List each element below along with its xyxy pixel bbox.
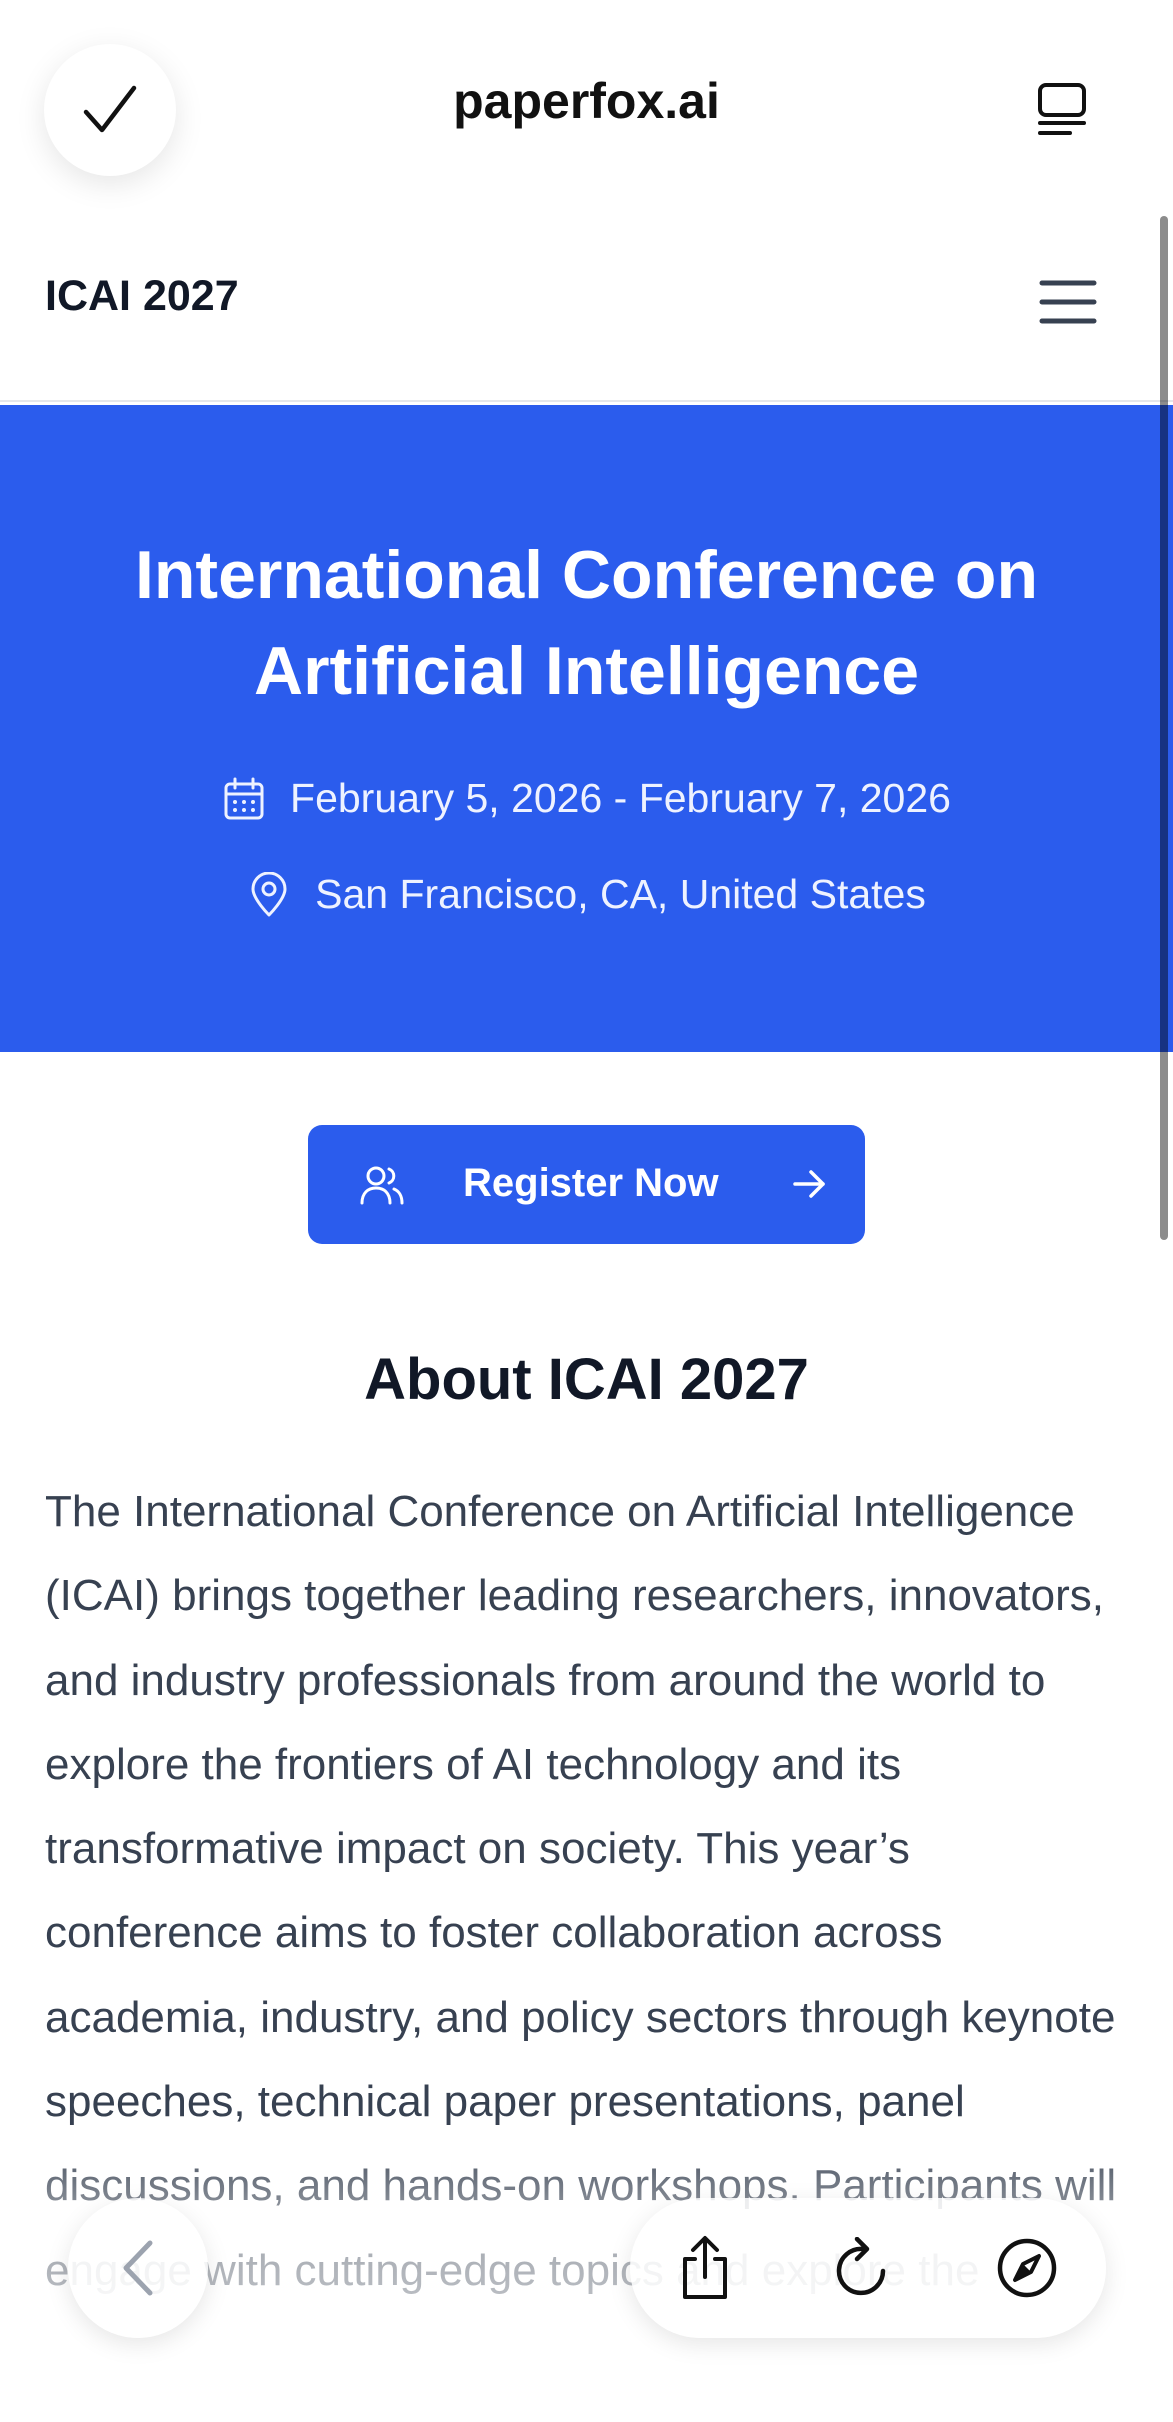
address-bar-url[interactable]: paperfox.ai [0, 72, 1173, 130]
users-icon [360, 1166, 404, 1205]
reload-icon [836, 2237, 886, 2296]
calendar-icon [222, 777, 266, 821]
menu-button[interactable] [1038, 272, 1098, 332]
event-dates: February 5, 2026 - February 7, 2026 [0, 775, 1173, 822]
compass-icon [997, 2238, 1057, 2298]
hero-title: International Conference on Artificial I… [135, 537, 1038, 709]
compass-button[interactable] [992, 2233, 1062, 2303]
event-dates-text: February 5, 2026 - February 7, 2026 [290, 775, 951, 821]
event-location: San Francisco, CA, United States [0, 871, 1173, 918]
tabs-icon [1038, 83, 1086, 135]
site-header: ICAI 2027 [0, 230, 1173, 402]
chevron-left-icon [123, 2240, 153, 2296]
map-pin-icon [247, 871, 291, 917]
site-logo[interactable]: ICAI 2027 [45, 272, 239, 321]
scrollbar-thumb[interactable] [1160, 216, 1168, 1240]
register-now-button[interactable]: Register Now [308, 1125, 865, 1244]
arrow-right-icon [793, 1170, 825, 1198]
hamburger-icon [1039, 280, 1097, 324]
browser-top-bar: paperfox.ai [0, 0, 1173, 210]
reload-button[interactable] [828, 2233, 898, 2303]
share-button[interactable] [670, 2233, 740, 2303]
event-location-text: San Francisco, CA, United States [315, 871, 926, 917]
register-now-label: Register Now [463, 1161, 719, 1205]
back-button[interactable] [68, 2198, 208, 2338]
hero-banner: International Conference on Artificial I… [0, 405, 1173, 1052]
tabs-button[interactable] [1030, 78, 1094, 142]
about-title: About ICAI 2027 [364, 1347, 809, 1412]
share-icon [683, 2236, 727, 2299]
browser-action-toolbar [630, 2198, 1106, 2338]
